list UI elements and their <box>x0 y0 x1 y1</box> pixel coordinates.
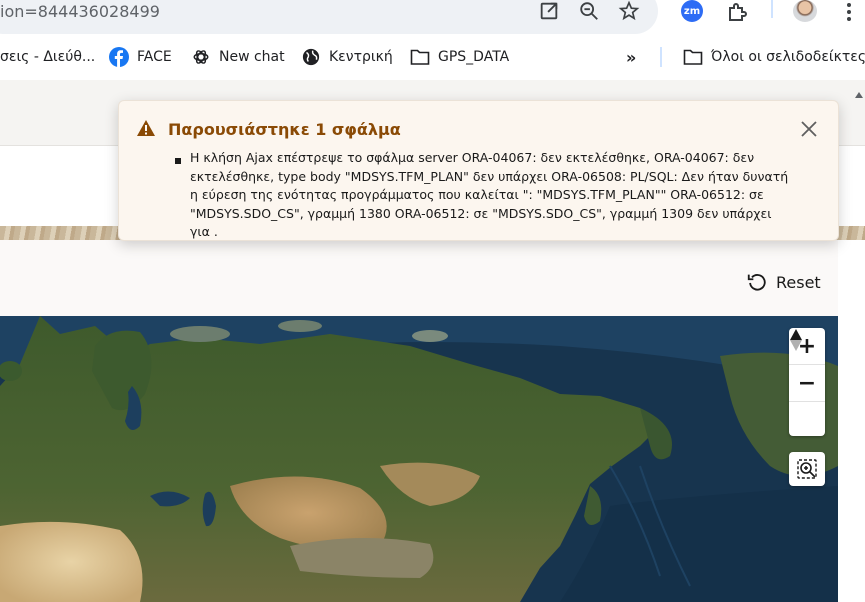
zoom-out-icon: − <box>797 370 817 396</box>
toolbar-divider <box>771 0 773 18</box>
map-imagery <box>0 316 838 602</box>
folder-icon <box>683 47 703 67</box>
close-icon[interactable] <box>799 119 819 139</box>
bookmarks-overflow-button[interactable]: » <box>626 47 636 67</box>
extensions-icon[interactable] <box>725 0 749 24</box>
bookmark-item[interactable]: σεις - Διεύθ... <box>0 47 95 67</box>
map-zoom-controls: + − <box>789 328 825 436</box>
bookmark-label: FACE <box>137 49 172 65</box>
zoom-area-icon <box>797 459 817 479</box>
browser-toolbar: ion=844436028499 zm <box>0 0 865 34</box>
scrollbar-up-arrow[interactable] <box>855 92 863 98</box>
bookmark-label: σεις - Διεύθ... <box>0 49 96 65</box>
alert-title: Παρουσιάστηκε 1 σφάλμα <box>168 120 401 139</box>
error-notification: Παρουσιάστηκε 1 σφάλμα Η κλήση Ajax επέσ… <box>118 100 839 241</box>
folder-icon <box>410 47 430 67</box>
browser-menu-icon[interactable] <box>842 2 856 22</box>
zoom-out-page-icon[interactable] <box>578 0 600 22</box>
bookmark-kentriki[interactable]: Κεντρική <box>301 47 393 67</box>
openai-icon <box>191 47 211 67</box>
reset-icon <box>747 274 766 291</box>
profile-avatar[interactable] <box>793 0 817 22</box>
all-bookmarks-label: Όλοι οι σελιδοδείκτες <box>711 49 865 65</box>
globe-icon <box>301 47 321 67</box>
bookmark-label: GPS_DATA <box>438 49 510 65</box>
overflow-chevron-icon: » <box>626 47 637 67</box>
reset-label: Reset <box>776 272 821 292</box>
bookmark-label: New chat <box>219 49 285 65</box>
list-bullet <box>175 158 181 164</box>
alert-message: Η κλήση Ajax επέστρεψε το σφάλμα server … <box>190 150 789 239</box>
page-gutter <box>838 240 865 602</box>
satellite-map[interactable]: + − <box>0 316 838 602</box>
url-text[interactable]: ion=844436028499 <box>0 2 160 21</box>
zoom-out-button[interactable]: − <box>789 364 825 401</box>
bookmarks-bar: σεις - Διεύθ... FACE New chat Κεντρική G… <box>0 34 865 80</box>
bookmarks-divider <box>660 47 662 67</box>
zoom-extension-label: zm <box>683 5 701 17</box>
bookmark-new-chat[interactable]: New chat <box>191 47 285 67</box>
all-bookmarks-button[interactable]: Όλοι οι σελιδοδείκτες <box>683 47 865 67</box>
facebook-icon <box>109 47 129 67</box>
open-in-app-icon[interactable] <box>538 0 560 22</box>
bookmark-label: Κεντρική <box>329 49 393 65</box>
zoom-extension-icon[interactable]: zm <box>681 0 703 22</box>
reset-button[interactable]: Reset <box>746 270 821 294</box>
bookmark-star-icon[interactable] <box>618 0 640 22</box>
warning-icon <box>137 120 155 136</box>
zoom-to-area-button[interactable] <box>789 452 825 486</box>
compass-north-button[interactable] <box>789 329 825 438</box>
bookmark-face[interactable]: FACE <box>109 47 172 67</box>
bookmark-gps-data[interactable]: GPS_DATA <box>410 47 509 67</box>
compass-icon <box>790 329 802 351</box>
